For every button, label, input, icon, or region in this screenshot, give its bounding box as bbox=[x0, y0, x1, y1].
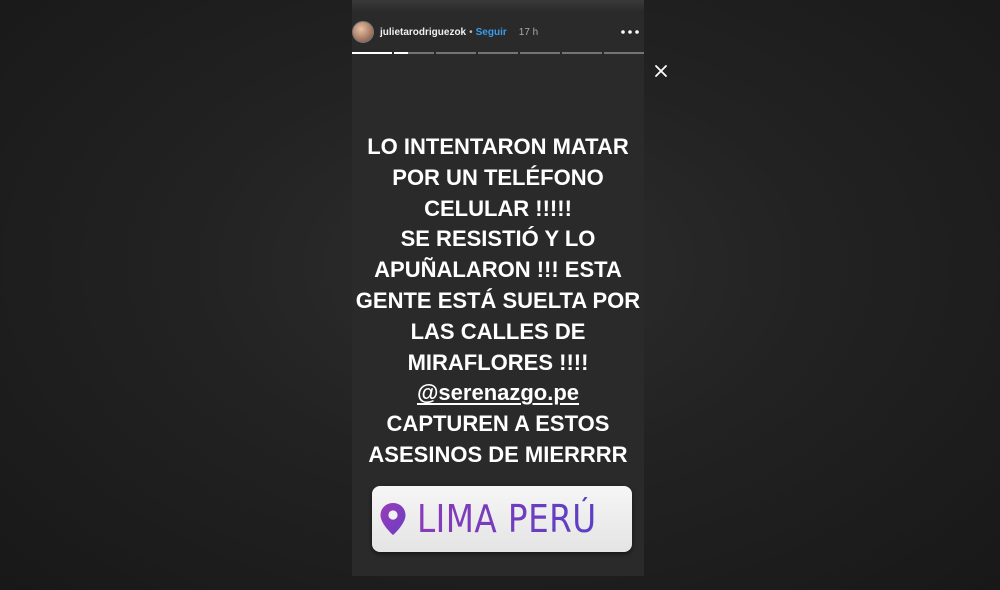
progress-segment bbox=[436, 52, 476, 54]
story-text: LO INTENTARON MATAR POR UN TELÉFONO CELU… bbox=[352, 132, 644, 471]
story-line: CAPTUREN A ESTOS bbox=[386, 411, 610, 437]
progress-segment bbox=[604, 52, 644, 54]
story-line: SE RESISTIÓ Y LO bbox=[400, 226, 596, 252]
username[interactable]: julietarodriguezok bbox=[380, 27, 466, 38]
follow-button[interactable]: Seguir bbox=[476, 27, 507, 38]
progress-segment bbox=[352, 52, 392, 54]
separator-dot: • bbox=[469, 26, 473, 38]
story-header: julietarodriguezok • Seguir 17 h bbox=[352, 20, 644, 44]
story-line: GENTE ESTÁ SUELTA POR bbox=[355, 287, 641, 313]
story-line: MIRAFLORES !!!! bbox=[407, 349, 589, 375]
progress-segment bbox=[520, 52, 560, 54]
mention-link[interactable]: @serenazgo.pe bbox=[352, 378, 644, 409]
progress-segment bbox=[562, 52, 602, 54]
avatar[interactable] bbox=[352, 21, 374, 43]
story-line: POR UN TELÉFONO bbox=[392, 164, 604, 190]
progress-segment bbox=[394, 52, 434, 54]
location-sticker[interactable]: LIMA PERÚ bbox=[372, 486, 632, 552]
story-line: APUÑALARON !!! ESTA bbox=[374, 257, 622, 283]
story-viewer: julietarodriguezok • Seguir 17 h LO INTE… bbox=[0, 0, 1000, 590]
close-icon[interactable] bbox=[652, 62, 670, 80]
location-label: LIMA PERÚ bbox=[416, 497, 597, 541]
story-line: CELULAR !!!!! bbox=[424, 195, 572, 221]
post-time: 17 h bbox=[518, 26, 539, 38]
progress-segment-fill bbox=[352, 52, 392, 54]
progress-segment-fill bbox=[394, 52, 408, 54]
story-line: ASESINOS DE MIERRRR bbox=[368, 441, 628, 467]
story-progress-bar bbox=[352, 52, 644, 54]
story-line: LO INTENTARON MATAR bbox=[367, 134, 629, 159]
location-pin-icon bbox=[380, 503, 406, 535]
more-dots-icon[interactable] bbox=[618, 24, 642, 40]
progress-segment bbox=[478, 52, 518, 54]
story-line: LAS CALLES DE bbox=[410, 318, 586, 344]
